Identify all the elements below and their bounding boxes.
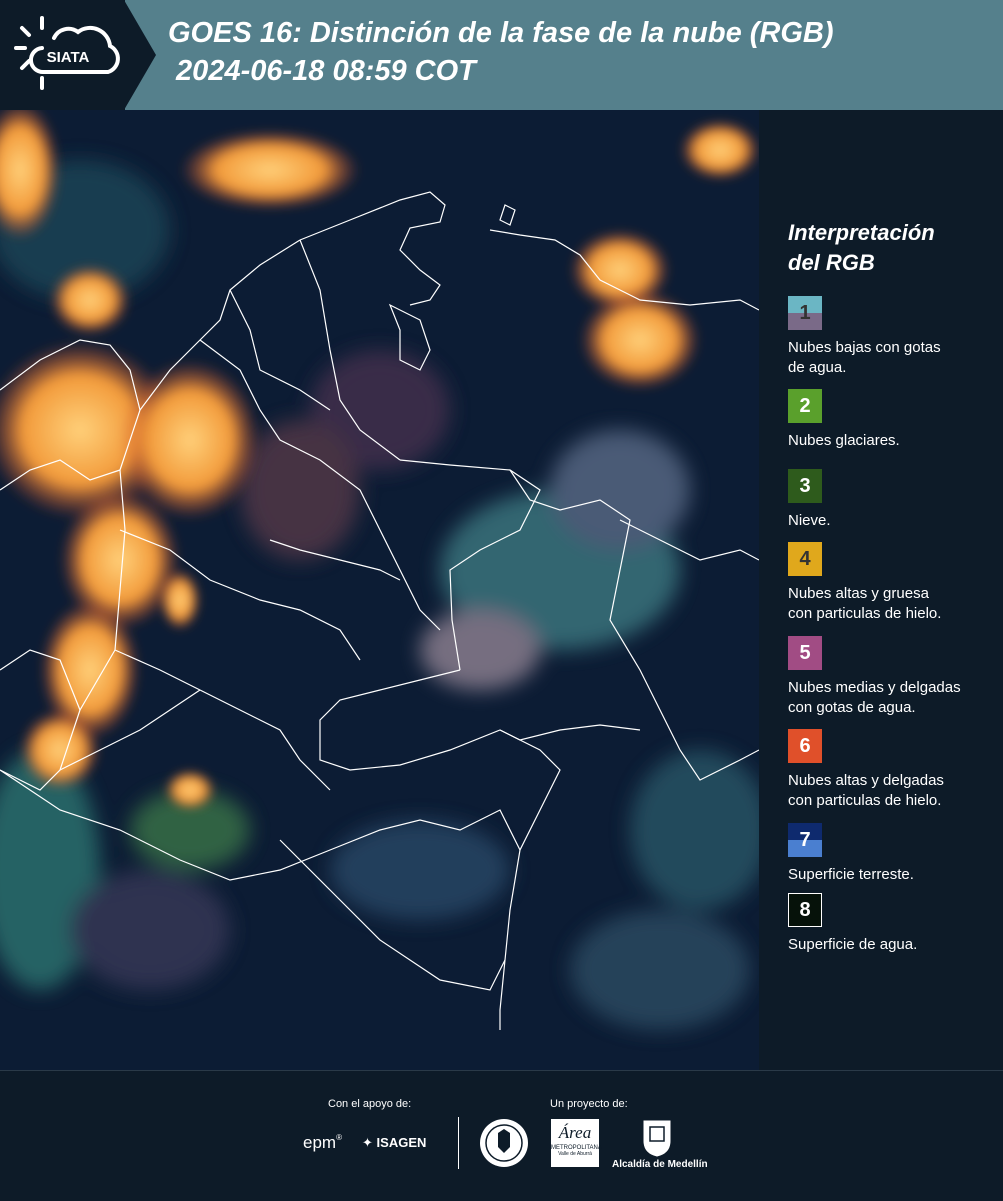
legend-swatch-5: 5 [788, 636, 822, 670]
legend-title: Interpretación del RGB [788, 218, 998, 278]
legend-label-line-2: con particulas de hielo. [788, 605, 942, 622]
isagen-star-icon: ✦ [362, 1135, 373, 1150]
legend-label: Nubes bajas con gotas de agua. [788, 338, 941, 378]
legend-number: 8 [799, 898, 811, 921]
legend-number: 2 [799, 394, 811, 417]
legend-item-4: 4 Nubes altas y gruesa con particulas de h… [788, 542, 941, 624]
isagen-logo: ✦ ISAGEN [362, 1135, 426, 1151]
legend-label-line-1: Superficie de agua. [788, 936, 918, 953]
siata-logo-icon: SIATA [14, 16, 120, 90]
isagen-text: ISAGEN [376, 1135, 427, 1150]
area-subtext-2: Valle de Aburrá [558, 1151, 592, 1157]
legend-swatch-7: 7 [788, 823, 822, 857]
legend-label: Nubes medias y delgadas con gotas de agua… [788, 678, 961, 718]
title-line-1: GOES 16: Distinción de la fase de la nub… [168, 17, 834, 49]
area-metropolitana-logo: Área METROPOLITANA Valle de Aburrá [551, 1119, 602, 1167]
epm-text: epm [303, 1133, 337, 1152]
legend-label-line-1: Nubes glaciares. [788, 432, 900, 449]
legend-label: Superficie terreste. [788, 865, 914, 885]
footer: Con el apoyo de: Un proyecto de: epm® ✦ … [0, 1070, 1003, 1201]
legend-title-line-1: Interpretación [788, 220, 935, 245]
medellin-shield-icon [643, 1120, 671, 1157]
legend-panel: Interpretación del RGB 1 Nubes bajas con … [788, 218, 998, 953]
legend-label-line-1: Superficie terreste. [788, 866, 914, 883]
legend-swatch-1: 1 [788, 296, 822, 330]
support-label: Con el apoyo de: [328, 1098, 412, 1110]
legend-label: Nubes altas y delgadas con particulas de … [788, 771, 944, 811]
legend-number: 7 [799, 828, 811, 851]
legend-swatch-4: 4 [788, 542, 822, 576]
page-title: GOES 16: Distinción de la fase de la nub… [168, 14, 834, 90]
legend-label-line-1: Nubes bajas con gotas [788, 339, 941, 356]
legend-item-6: 6 Nubes altas y delgadas con particulas de… [788, 729, 944, 811]
logo-box: SIATA [0, 0, 125, 110]
seal-logo-icon [480, 1119, 528, 1167]
legend-label-line-1: Nubes medias y delgadas [788, 679, 961, 696]
legend-label: Superficie de agua. [788, 935, 917, 955]
legend-label: Nieve. [788, 511, 831, 531]
legend-item-7: 7 Superficie terreste. [788, 823, 914, 885]
area-text: Área [558, 1123, 592, 1142]
legend-label-line-2: con gotas de agua. [788, 699, 916, 716]
legend-item-2: 2 Nubes glaciares. [788, 389, 900, 451]
logo-arrow [124, 0, 156, 110]
legend-number: 3 [799, 474, 811, 497]
satellite-map [0, 110, 759, 1070]
legend-item-5: 5 Nubes medias y delgadas con gotas de agu… [788, 636, 961, 718]
legend-label-line-1: Nieve. [788, 512, 831, 529]
legend-swatch-3: 3 [788, 469, 822, 503]
legend-item-3: 3 Nieve. [788, 469, 831, 531]
project-label: Un proyecto de: [550, 1098, 628, 1110]
legend-item-1: 1 Nubes bajas con gotas de agua. [788, 296, 941, 378]
alcaldia-text: Alcaldía de Medellín [612, 1159, 708, 1170]
legend-label-line-2: con particulas de hielo. [788, 792, 942, 809]
epm-logo: epm® [303, 1133, 342, 1152]
legend-label: Nubes glaciares. [788, 431, 900, 451]
legend-number: 5 [799, 641, 811, 664]
footer-divider [458, 1117, 459, 1169]
satellite-image [0, 110, 759, 1070]
legend-swatch-2: 2 [788, 389, 822, 423]
legend-item-8: 8 Superficie de agua. [788, 893, 917, 955]
legend-label-line-2: de agua. [788, 359, 847, 376]
logo-text: SIATA [47, 49, 90, 66]
header-bar: SIATA GOES 16: Distinción de la fase de … [0, 0, 1003, 110]
legend-swatch-8: 8 [788, 893, 822, 927]
legend-number: 4 [799, 547, 811, 570]
title-line-2: 2024-06-18 08:59 COT [168, 55, 476, 87]
legend-number: 1 [799, 301, 811, 324]
legend-title-line-2: del RGB [788, 250, 875, 275]
legend-label: Nubes altas y gruesa con particulas de hi… [788, 584, 941, 624]
legend-label-line-1: Nubes altas y delgadas [788, 772, 944, 789]
legend-number: 6 [799, 734, 811, 757]
legend-label-line-1: Nubes altas y gruesa [788, 585, 929, 602]
legend-swatch-6: 6 [788, 729, 822, 763]
